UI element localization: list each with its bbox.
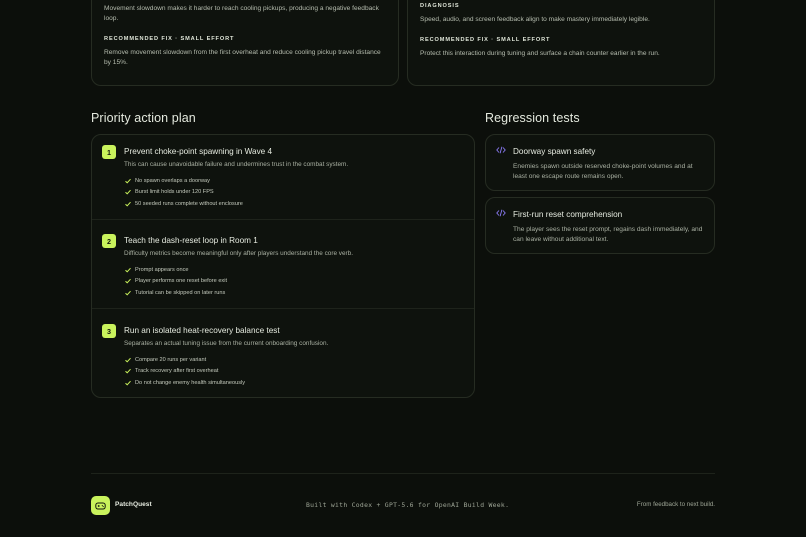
checklist-item: 50 seeded runs complete without enclosur… (124, 198, 243, 210)
regression-tests-title: Regression tests (485, 111, 580, 125)
code-icon (496, 146, 506, 154)
checklist-item: Prompt appears once (124, 264, 227, 276)
priority-number-badge: 1 (102, 145, 116, 159)
fix-text: Protect this interaction during tuning a… (420, 50, 660, 57)
acceptance-checklist: Prompt appears once Player performs one … (124, 264, 227, 299)
regression-test-desc: Enemies spawn outside reserved choke-poi… (513, 163, 693, 180)
checklist-item: No spawn overlaps a doorway (124, 175, 243, 187)
checklist-item: Tutorial can be skipped on later runs (124, 287, 227, 299)
regression-test-title: First-run reset comprehension (513, 210, 623, 219)
regression-test-card: Doorway spawn safety Enemies spawn outsi… (485, 134, 715, 191)
checklist-item: Player performs one reset before exit (124, 276, 227, 288)
check-icon (125, 201, 131, 207)
check-icon (125, 267, 131, 273)
diagnosis-text: Speed, audio, and screen feedback align … (420, 16, 650, 23)
code-icon (496, 209, 506, 217)
built-with-text: Built with Codex + GPT-5.6 for OpenAI Bu… (306, 501, 510, 509)
checklist-item: Do not change enemy health simultaneousl… (124, 377, 245, 389)
fix-kicker: RECOMMENDED FIX · SMALL EFFORT (104, 36, 235, 42)
priority-item-desc: Difficulty metrics become meaningful onl… (124, 250, 353, 257)
check-icon (125, 178, 131, 184)
priority-item-desc: This can cause unavoidable failure and u… (124, 161, 349, 168)
priority-number-badge: 2 (102, 234, 116, 248)
finding-card-left: Movement slowdown makes it harder to rea… (91, 0, 399, 86)
priority-item-desc: Separates an actual tuning issue from th… (124, 340, 329, 347)
priority-item: 3 Run an isolated heat-recovery balance … (92, 309, 474, 399)
acceptance-checklist: No spawn overlaps a doorway Burst limit … (124, 175, 243, 210)
priority-item-title: Teach the dash-reset loop in Room 1 (124, 236, 258, 245)
priority-item: 1 Prevent choke-point spawning in Wave 4… (92, 135, 474, 220)
check-icon (125, 369, 131, 374)
priority-plan-card: 1 Prevent choke-point spawning in Wave 4… (91, 134, 475, 398)
priority-item-title: Prevent choke-point spawning in Wave 4 (124, 147, 273, 156)
fix-text: Remove movement slowdown from the first … (104, 49, 381, 66)
finding-body: Movement slowdown makes it harder to rea… (104, 5, 379, 22)
patchquest-logo[interactable] (91, 496, 110, 515)
regression-test-title: Doorway spawn safety (513, 147, 596, 156)
checklist-item: Burst limit holds under 120 FPS (124, 187, 243, 199)
priority-plan-title: Priority action plan (91, 111, 196, 125)
priority-item: 2 Teach the dash-reset loop in Room 1 Di… (92, 220, 474, 309)
brand-name: PatchQuest (115, 501, 152, 508)
footer-tagline: From feedback to next build. (636, 501, 715, 508)
check-icon (125, 357, 131, 363)
regression-test-card: First-run reset comprehension The player… (485, 197, 715, 254)
priority-number-badge: 3 (102, 324, 116, 338)
regression-test-desc: The player sees the reset prompt, regain… (513, 226, 703, 243)
acceptance-checklist: Compare 20 runs per variant Track recove… (124, 354, 245, 389)
check-icon (125, 290, 131, 296)
check-icon (125, 279, 131, 284)
checklist-item: Track recovery after first overheat (124, 366, 245, 378)
finding-card-right: DIAGNOSIS Speed, audio, and screen feedb… (407, 0, 715, 86)
check-icon (125, 190, 131, 195)
checklist-item: Compare 20 runs per variant (124, 354, 245, 366)
check-icon (125, 380, 131, 386)
footer-divider (91, 473, 715, 474)
fix-kicker: RECOMMENDED FIX · SMALL EFFORT (420, 37, 551, 43)
diagnosis-kicker: DIAGNOSIS (420, 3, 460, 9)
priority-item-title: Run an isolated heat-recovery balance te… (124, 326, 280, 335)
gamepad-icon (95, 502, 106, 509)
